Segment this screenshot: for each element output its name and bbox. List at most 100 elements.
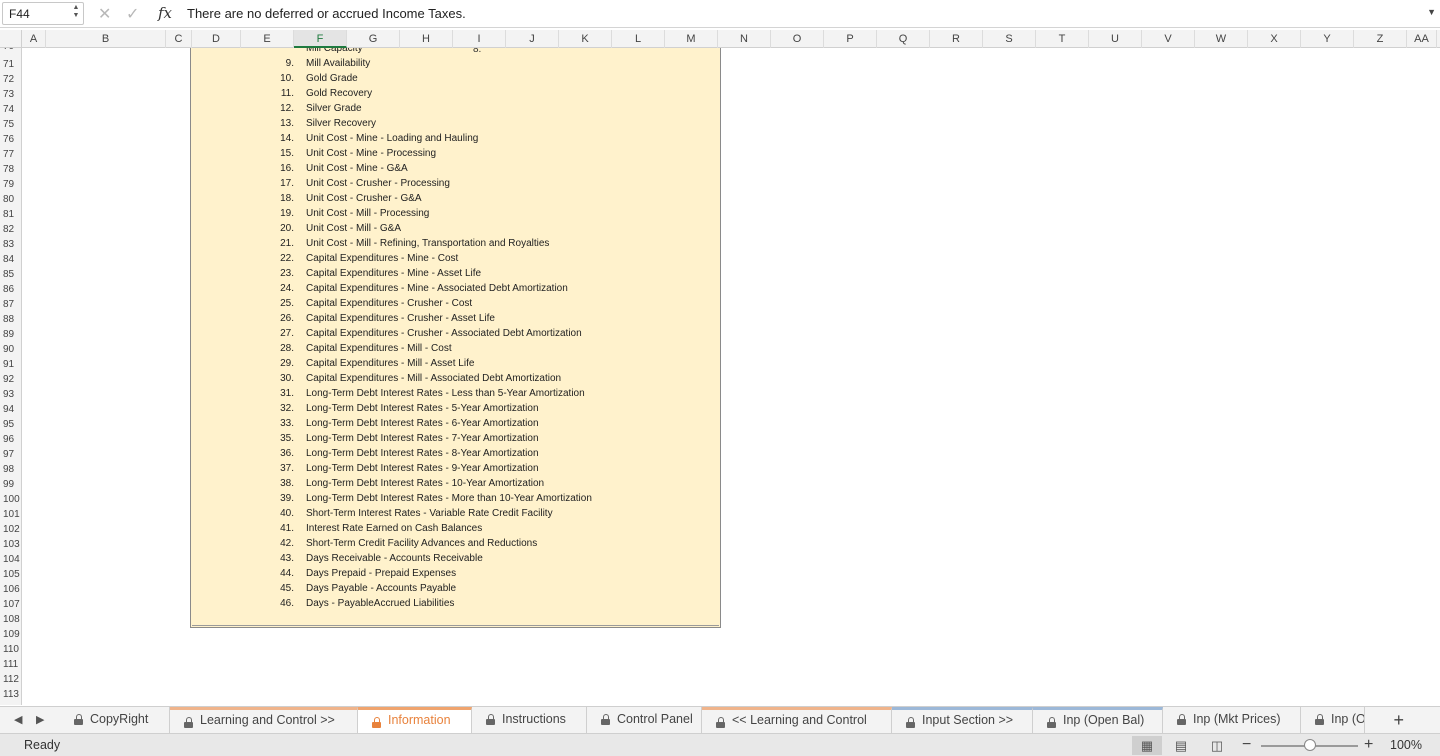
sheet-tab[interactable]: Input Section >>: [892, 707, 1033, 733]
row-header[interactable]: 79: [0, 177, 21, 192]
row-header[interactable]: 88: [0, 312, 21, 327]
row-header[interactable]: 75: [0, 117, 21, 132]
triangle-left-icon[interactable]: ◀: [14, 713, 22, 726]
row-header[interactable]: 94: [0, 402, 21, 417]
page-layout-view-icon[interactable]: ▤: [1166, 736, 1196, 755]
sheet-tab[interactable]: << Learning and Control: [702, 707, 892, 733]
normal-view-icon[interactable]: ▦: [1132, 736, 1162, 755]
zoom-out-button[interactable]: −: [1242, 736, 1251, 754]
row-header[interactable]: 107: [0, 597, 21, 612]
row-header[interactable]: 99: [0, 477, 21, 492]
column-header-e[interactable]: E: [241, 30, 294, 48]
column-header-a[interactable]: A: [22, 30, 46, 48]
row-header[interactable]: 98: [0, 462, 21, 477]
column-header-u[interactable]: U: [1089, 30, 1142, 48]
sheet-tab[interactable]: Inp (Mkt Prices): [1163, 707, 1301, 733]
row-header[interactable]: 76: [0, 132, 21, 147]
column-header-z[interactable]: Z: [1354, 30, 1407, 48]
sheet-tab[interactable]: CopyRight: [60, 707, 170, 733]
x-icon[interactable]: ✕: [98, 4, 111, 24]
fx-icon[interactable]: fx: [158, 4, 172, 22]
column-header-f[interactable]: F: [294, 30, 347, 48]
column-header-l[interactable]: L: [612, 30, 665, 48]
row-header[interactable]: 97: [0, 447, 21, 462]
row-header[interactable]: 73: [0, 87, 21, 102]
row-header[interactable]: 87: [0, 297, 21, 312]
column-header-t[interactable]: T: [1036, 30, 1089, 48]
row-header[interactable]: 92: [0, 372, 21, 387]
row-header[interactable]: 102: [0, 522, 21, 537]
sheet-tab[interactable]: Control Panel: [587, 707, 702, 733]
row-header[interactable]: 106: [0, 582, 21, 597]
row-header[interactable]: 74: [0, 102, 21, 117]
column-header-o[interactable]: O: [771, 30, 824, 48]
row-header[interactable]: 101: [0, 507, 21, 522]
row-header[interactable]: 93: [0, 387, 21, 402]
row-header[interactable]: 85: [0, 267, 21, 282]
column-header-h[interactable]: H: [400, 30, 453, 48]
row-header[interactable]: 83: [0, 237, 21, 252]
check-icon[interactable]: ✓: [126, 4, 139, 24]
add-sheet-button[interactable]: +: [1393, 710, 1404, 731]
row-header[interactable]: 96: [0, 432, 21, 447]
column-header-q[interactable]: Q: [877, 30, 930, 48]
row-header[interactable]: 86: [0, 282, 21, 297]
row-header[interactable]: 110: [0, 642, 21, 657]
sheet-tab[interactable]: Learning and Control >>: [170, 707, 358, 733]
row-header[interactable]: 104: [0, 552, 21, 567]
row-header[interactable]: 109: [0, 627, 21, 642]
sheet-tab[interactable]: Instructions: [472, 707, 587, 733]
column-header-s[interactable]: S: [983, 30, 1036, 48]
zoom-slider-thumb[interactable]: [1303, 739, 1316, 751]
row-header[interactable]: 105: [0, 567, 21, 582]
row-header[interactable]: 89: [0, 327, 21, 342]
row-header[interactable]: 81: [0, 207, 21, 222]
row-header[interactable]: 72: [0, 72, 21, 87]
column-header-w[interactable]: W: [1195, 30, 1248, 48]
select-all-corner[interactable]: [0, 30, 22, 48]
row-header[interactable]: 111: [0, 657, 21, 672]
list-item-number: 13.: [280, 118, 294, 129]
row-header[interactable]: 70: [0, 48, 21, 54]
column-header-n[interactable]: N: [718, 30, 771, 48]
list-item-number: 25.: [280, 298, 294, 309]
column-header-i[interactable]: I: [453, 30, 506, 48]
triangle-right-icon[interactable]: ▶: [36, 713, 44, 726]
column-header-r[interactable]: R: [930, 30, 983, 48]
row-header[interactable]: 82: [0, 222, 21, 237]
column-header-v[interactable]: V: [1142, 30, 1195, 48]
row-header[interactable]: 103: [0, 537, 21, 552]
column-header-d[interactable]: D: [192, 30, 241, 48]
row-header[interactable]: 100: [0, 492, 21, 507]
name-box-stepper-icon[interactable]: ▲ ▼: [71, 4, 81, 22]
column-header-j[interactable]: J: [506, 30, 559, 48]
row-header[interactable]: 95: [0, 417, 21, 432]
row-header[interactable]: 78: [0, 162, 21, 177]
column-header-m[interactable]: M: [665, 30, 718, 48]
sheet-tab[interactable]: Information: [358, 707, 472, 733]
row-header[interactable]: 80: [0, 192, 21, 207]
row-header[interactable]: 113: [0, 687, 21, 702]
zoom-in-button[interactable]: +: [1364, 736, 1373, 754]
column-header-aa[interactable]: AA: [1407, 30, 1437, 48]
column-header-g[interactable]: G: [347, 30, 400, 48]
row-header[interactable]: 84: [0, 252, 21, 267]
row-header[interactable]: 91: [0, 357, 21, 372]
formula-input[interactable]: There are no deferred or accrued Income …: [187, 6, 466, 21]
column-header-b[interactable]: B: [46, 30, 166, 48]
sheet-tab[interactable]: Inp (O: [1301, 707, 1365, 733]
row-header[interactable]: 112: [0, 672, 21, 687]
worksheet-grid[interactable]: 8. Mill Capacity 9. Mill Availability 10. Go…: [23, 48, 1440, 705]
row-header[interactable]: 71: [0, 57, 21, 72]
row-header[interactable]: 77: [0, 147, 21, 162]
page-break-view-icon[interactable]: ◫: [1202, 736, 1232, 755]
chevron-down-icon[interactable]: ▼: [1427, 7, 1436, 17]
row-header[interactable]: 108: [0, 612, 21, 627]
column-header-c[interactable]: C: [166, 30, 192, 48]
column-header-y[interactable]: Y: [1301, 30, 1354, 48]
sheet-tab[interactable]: Inp (Open Bal): [1033, 707, 1163, 733]
column-header-x[interactable]: X: [1248, 30, 1301, 48]
column-header-p[interactable]: P: [824, 30, 877, 48]
row-header[interactable]: 90: [0, 342, 21, 357]
column-header-k[interactable]: K: [559, 30, 612, 48]
